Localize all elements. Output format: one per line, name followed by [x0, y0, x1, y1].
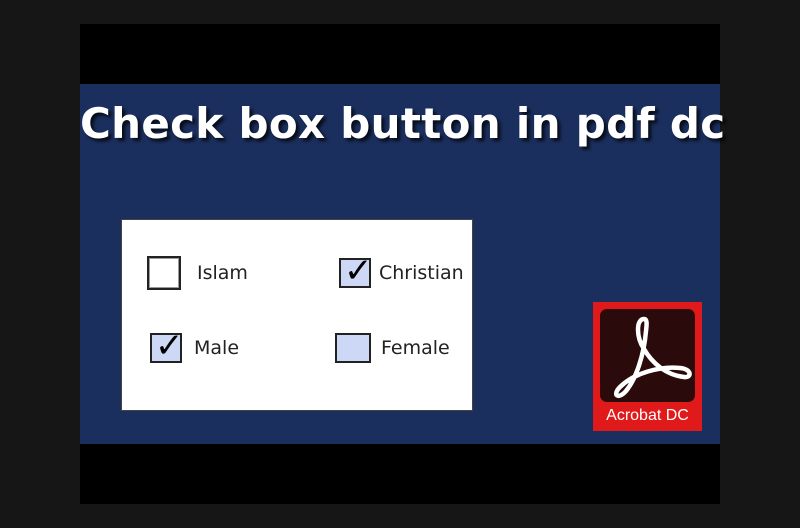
- checkbox-row-male[interactable]: ✓ Male: [150, 329, 240, 363]
- checkbox-female[interactable]: [335, 333, 371, 363]
- checkmark-icon: ✓: [344, 251, 373, 291]
- checkbox-row-christian[interactable]: ✓ Christian: [339, 254, 464, 288]
- slide-title: Check box button in pdf dc: [80, 99, 726, 148]
- checkbox-row-female[interactable]: Female: [335, 333, 450, 363]
- checkbox-label-islam: Islam: [197, 262, 248, 284]
- checkbox-label-male: Male: [194, 337, 240, 359]
- checkbox-christian[interactable]: ✓: [339, 254, 373, 288]
- acrobat-logo-icon: [600, 309, 695, 402]
- checkmark-icon: ✓: [155, 326, 184, 366]
- acrobat-dc-label: Acrobat DC: [606, 407, 689, 424]
- checkbox-row-islam[interactable]: Islam: [147, 256, 248, 290]
- checkbox-islam[interactable]: [147, 256, 181, 290]
- acrobat-dc-logo: Acrobat DC: [593, 302, 702, 431]
- checkbox-male[interactable]: ✓: [150, 329, 184, 363]
- checkbox-label-christian: Christian: [379, 262, 464, 284]
- checkbox-form: Islam ✓ Christian ✓ Male Female: [121, 219, 473, 411]
- checkbox-label-female: Female: [381, 337, 450, 359]
